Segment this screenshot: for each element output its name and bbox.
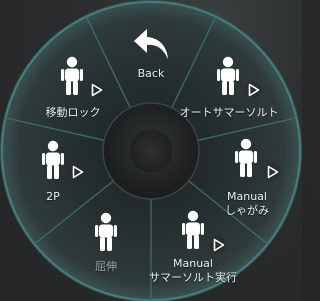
menu-item-stretch-label: 屈伸	[95, 260, 117, 273]
person-icon	[95, 212, 117, 251]
play-icon	[68, 163, 86, 181]
person-icon	[217, 56, 239, 95]
menu-item-manual-somersault-label-line2: サマーソルト実行	[149, 271, 237, 284]
play-icon	[244, 81, 262, 99]
play-icon	[209, 236, 227, 254]
menu-item-manual-crouch-label-line1: Manual	[227, 190, 267, 203]
person-icon	[235, 138, 257, 177]
menu-item-move-lock-label: 移動ロック	[45, 106, 101, 119]
play-icon	[263, 163, 281, 181]
menu-item-manual-somersault-label-line1: Manual	[173, 257, 213, 270]
menu-item-back-label: Back	[137, 67, 165, 80]
person-icon	[182, 210, 204, 249]
menu-item-2p-label: 2P	[46, 190, 60, 203]
joystick-center-icon[interactable]	[128, 128, 174, 174]
back-arrow-icon	[134, 29, 168, 59]
person-icon	[61, 56, 83, 95]
person-icon	[42, 140, 64, 179]
radial-menu: Back オートサマーソルト Manual しゃがみ Manual サマーソルト…	[0, 0, 302, 301]
menu-item-auto-somersault-label: オートサマーソルト	[179, 106, 279, 119]
play-icon	[87, 81, 105, 99]
